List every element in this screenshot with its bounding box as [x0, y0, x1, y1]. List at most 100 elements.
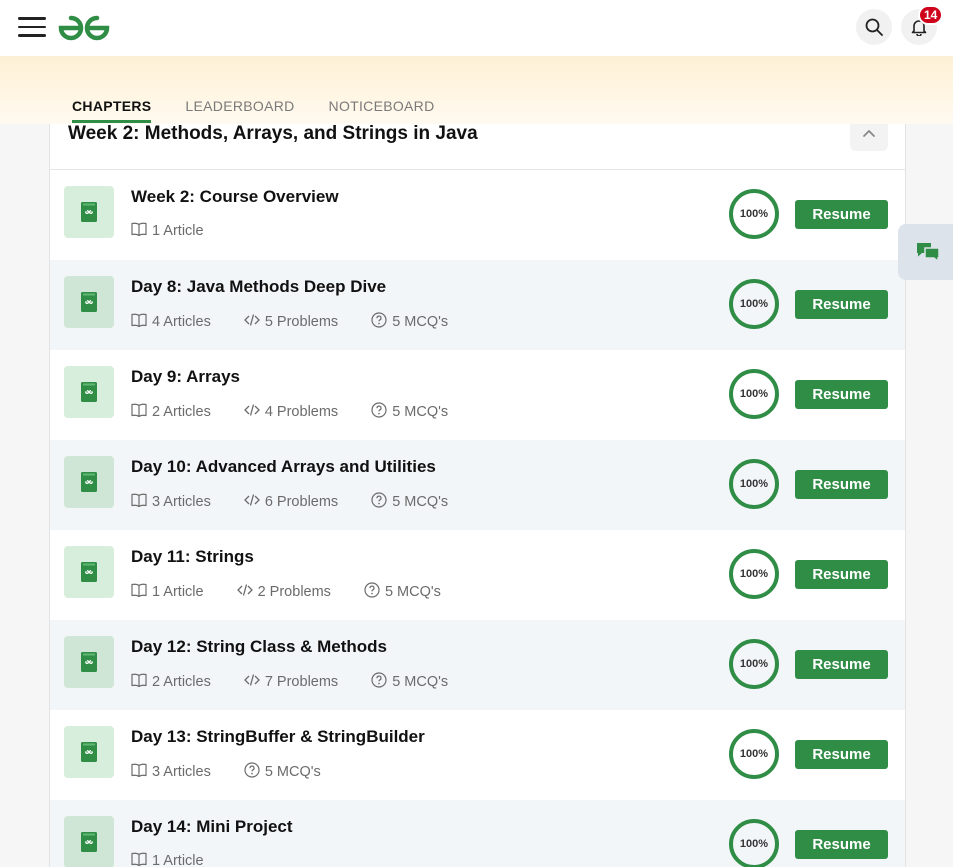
- resume-button[interactable]: Resume: [795, 650, 888, 679]
- progress-ring: 100%: [729, 189, 779, 239]
- chapter-row[interactable]: Day 13: StringBuffer & StringBuilder 3 A…: [50, 710, 905, 800]
- chapter-meta: 1 Article: [131, 852, 237, 867]
- question-circle-icon: [244, 762, 260, 782]
- chapter-meta: 1 Article: [131, 222, 237, 240]
- chapter-meta: 3 Articles 6 Problems 5 MCQ's: [131, 492, 481, 512]
- problems-count: 4 Problems: [243, 402, 339, 422]
- articles-count: 3 Articles: [131, 492, 211, 512]
- book-icon: [131, 763, 147, 781]
- chevron-up-icon: [863, 130, 875, 137]
- problems-label: 5 Problems: [264, 314, 339, 330]
- progress-label: 100%: [739, 568, 769, 580]
- gfg-book-icon: [81, 742, 97, 762]
- question-circle-icon: [371, 402, 387, 422]
- tab-leaderboard[interactable]: LEADERBOARD: [185, 98, 294, 123]
- chapter-title[interactable]: Day 13: StringBuffer & StringBuilder: [131, 727, 425, 747]
- chapter-meta: 3 Articles 5 MCQ's: [131, 762, 354, 782]
- hamburger-menu-icon[interactable]: [18, 17, 46, 37]
- problems-label: 6 Problems: [264, 494, 339, 510]
- articles-label: 3 Articles: [152, 764, 211, 780]
- chapter-icon: [64, 546, 114, 598]
- chapter-row[interactable]: Day 8: Java Methods Deep Dive 4 Articles…: [50, 260, 905, 350]
- tab-noticeboard[interactable]: NOTICEBOARD: [329, 98, 435, 123]
- progress-label: 100%: [739, 478, 769, 490]
- mcq-label: 5 MCQ's: [392, 674, 449, 690]
- gfg-logo[interactable]: [56, 12, 112, 44]
- progress-label: 100%: [739, 838, 769, 850]
- chat-button[interactable]: [898, 224, 953, 280]
- chapter-icon: [64, 276, 114, 328]
- articles-label: 2 Articles: [152, 674, 211, 690]
- chapter-row[interactable]: Day 12: String Class & Methods 2 Article…: [50, 620, 905, 710]
- book-icon: [131, 673, 147, 691]
- mcq-count: 5 MCQ's: [371, 402, 448, 422]
- gfg-book-icon: [81, 292, 97, 312]
- chapter-row[interactable]: Day 9: Arrays 2 Articles 4 Problems 5 MCQ'…: [50, 350, 905, 440]
- book-icon: [131, 493, 147, 511]
- chapter-row[interactable]: Day 10: Advanced Arrays and Utilities 3 …: [50, 440, 905, 530]
- resume-button[interactable]: Resume: [795, 290, 888, 319]
- chapter-list: Week 2: Course Overview 1 Article 100% R…: [50, 170, 905, 867]
- articles-label: 1 Article: [152, 584, 204, 600]
- question-circle-icon: [371, 492, 387, 512]
- top-navbar: 14: [0, 0, 953, 56]
- problems-count: 2 Problems: [236, 582, 331, 602]
- gfg-book-icon: [81, 472, 97, 492]
- progress-ring: 100%: [729, 819, 779, 867]
- mcq-count: 5 MCQ's: [364, 582, 441, 602]
- chapter-title[interactable]: Day 14: Mini Project: [131, 817, 293, 837]
- mcq-label: 5 MCQ's: [264, 764, 321, 780]
- search-icon: [865, 18, 883, 36]
- mcq-label: 5 MCQ's: [392, 494, 449, 510]
- chapter-row[interactable]: Week 2: Course Overview 1 Article 100% R…: [50, 170, 905, 260]
- chapter-title[interactable]: Day 9: Arrays: [131, 367, 240, 387]
- mcq-count: 5 MCQ's: [244, 762, 321, 782]
- progress-label: 100%: [739, 208, 769, 220]
- progress-ring: 100%: [729, 369, 779, 419]
- problems-label: 7 Problems: [264, 674, 339, 690]
- problems-count: 5 Problems: [243, 312, 339, 332]
- chapter-title[interactable]: Week 2: Course Overview: [131, 187, 339, 207]
- resume-button[interactable]: Resume: [795, 470, 888, 499]
- code-icon: [243, 403, 260, 421]
- mcq-label: 5 MCQ's: [392, 404, 449, 420]
- question-circle-icon: [364, 582, 380, 602]
- resume-button[interactable]: Resume: [795, 740, 888, 769]
- articles-count: 2 Articles: [131, 402, 211, 422]
- resume-button[interactable]: Resume: [795, 200, 888, 229]
- problems-label: 2 Problems: [257, 584, 331, 600]
- code-icon: [243, 493, 260, 511]
- problems-label: 4 Problems: [264, 404, 339, 420]
- chapter-title[interactable]: Day 10: Advanced Arrays and Utilities: [131, 457, 436, 477]
- mcq-count: 5 MCQ's: [371, 492, 448, 512]
- chapter-meta: 4 Articles 5 Problems 5 MCQ's: [131, 312, 481, 332]
- gfg-book-icon: [81, 562, 97, 582]
- code-icon: [243, 313, 260, 331]
- progress-label: 100%: [739, 388, 769, 400]
- chat-icon: [917, 243, 940, 264]
- chapter-row[interactable]: Day 11: Strings 1 Article 2 Problems 5 MCQ…: [50, 530, 905, 620]
- book-icon: [131, 222, 147, 240]
- progress-ring: 100%: [729, 279, 779, 329]
- articles-label: 2 Articles: [152, 404, 211, 420]
- book-icon: [131, 313, 147, 331]
- code-icon: [243, 673, 260, 691]
- chapter-title[interactable]: Day 12: String Class & Methods: [131, 637, 387, 657]
- articles-label: 3 Articles: [152, 494, 211, 510]
- resume-button[interactable]: Resume: [795, 830, 888, 859]
- gfg-book-icon: [81, 202, 97, 222]
- resume-button[interactable]: Resume: [795, 380, 888, 409]
- chapter-title[interactable]: Day 8: Java Methods Deep Dive: [131, 277, 386, 297]
- chapter-row[interactable]: Day 14: Mini Project 1 Article 100% Resu…: [50, 800, 905, 867]
- search-button[interactable]: [856, 9, 892, 45]
- chapter-icon: [64, 636, 114, 688]
- question-circle-icon: [371, 312, 387, 332]
- tab-chapters[interactable]: CHAPTERS: [72, 98, 152, 123]
- articles-count: 1 Article: [131, 582, 204, 602]
- course-tabs: CHAPTERS LEADERBOARD NOTICEBOARD: [72, 98, 435, 123]
- gfg-book-icon: [81, 652, 97, 672]
- articles-label: 4 Articles: [152, 314, 211, 330]
- chapter-title[interactable]: Day 11: Strings: [131, 547, 254, 567]
- gfg-book-icon: [81, 832, 97, 852]
- resume-button[interactable]: Resume: [795, 560, 888, 589]
